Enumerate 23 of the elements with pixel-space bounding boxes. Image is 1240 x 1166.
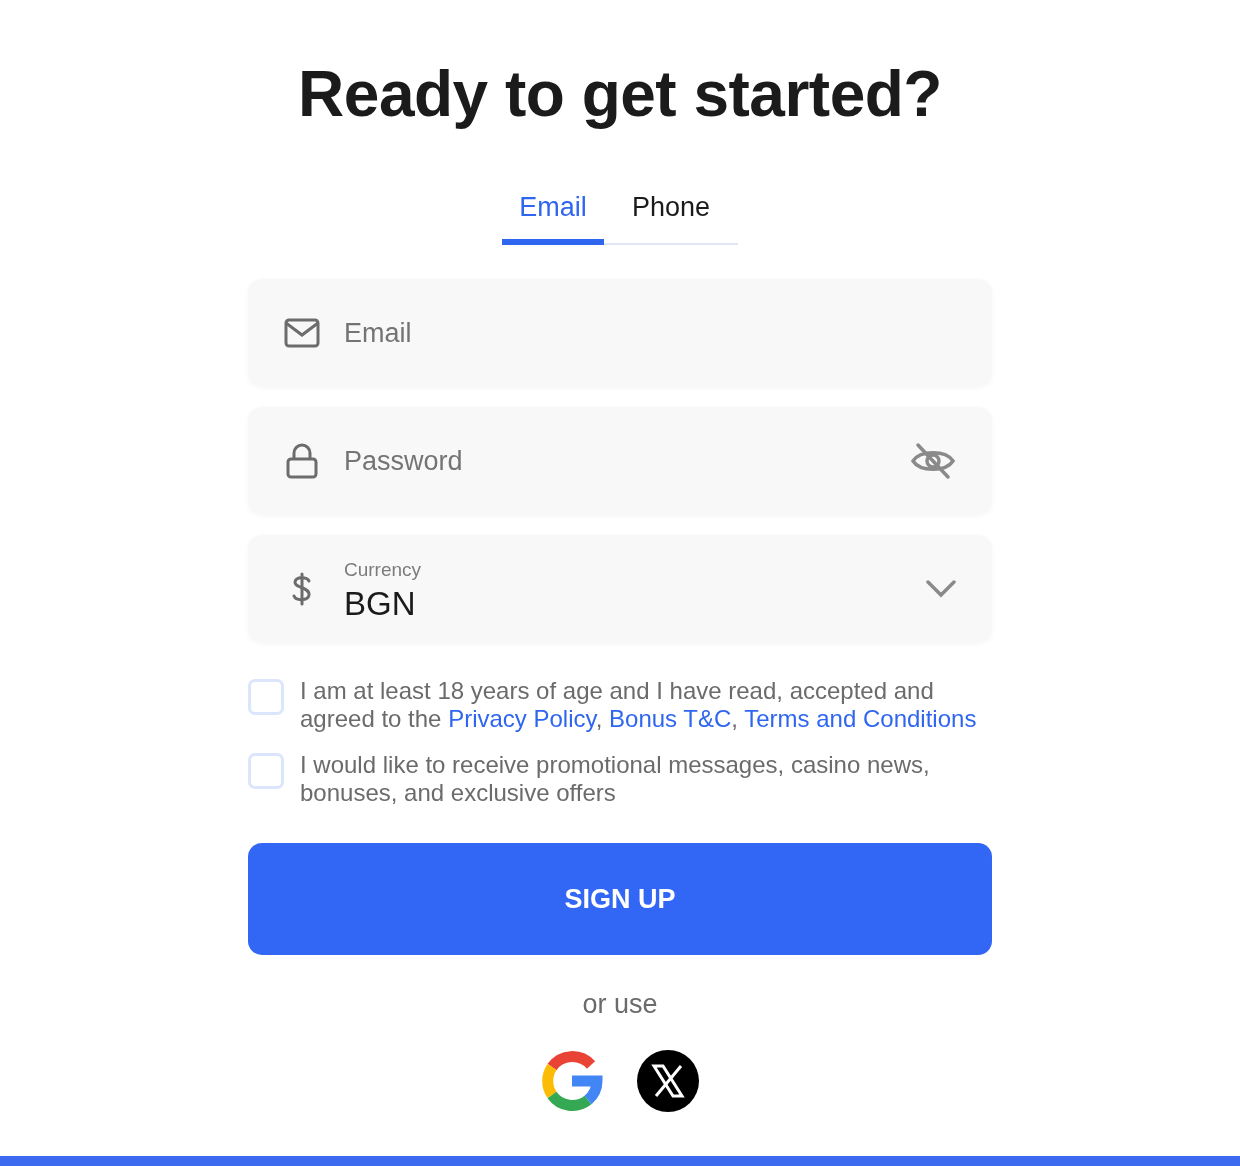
checkbox[interactable] [248,679,284,715]
link[interactable]: Terms and Conditions [744,705,977,732]
field-label: Currency [344,559,423,581]
mail-icon [284,318,320,348]
divider-text: or use [582,989,658,1020]
consent-text: I am at least 18 years of age and I have read, accepted and agreed to the Privacy Policy, Bonus T&C, Terms and Conditions [300,677,978,733]
lock-icon [284,443,320,479]
email-field[interactable]: Email [248,279,992,387]
link[interactable]: Privacy Policy [448,705,596,732]
tab[interactable]: Phone [604,192,738,245]
tab[interactable]: Email [502,192,604,245]
currency-select[interactable]: Currency BGN [248,535,992,643]
eye-off-icon[interactable] [910,442,956,480]
sign-up-button[interactable]: SIGN UP [248,843,992,955]
field-value: BGN [344,585,417,623]
google-logo-icon [541,1050,603,1112]
page-title: Ready to get started? [298,57,942,132]
consent-text: I would like to receive promotional messages, casino news, bonuses, and exclusive offers [300,751,931,807]
chevron-down-icon[interactable] [926,580,956,598]
password-field[interactable]: Password [248,407,992,515]
x-logo-icon [637,1050,699,1112]
checkbox[interactable] [248,753,284,789]
link[interactable]: Bonus T&C [609,705,732,732]
